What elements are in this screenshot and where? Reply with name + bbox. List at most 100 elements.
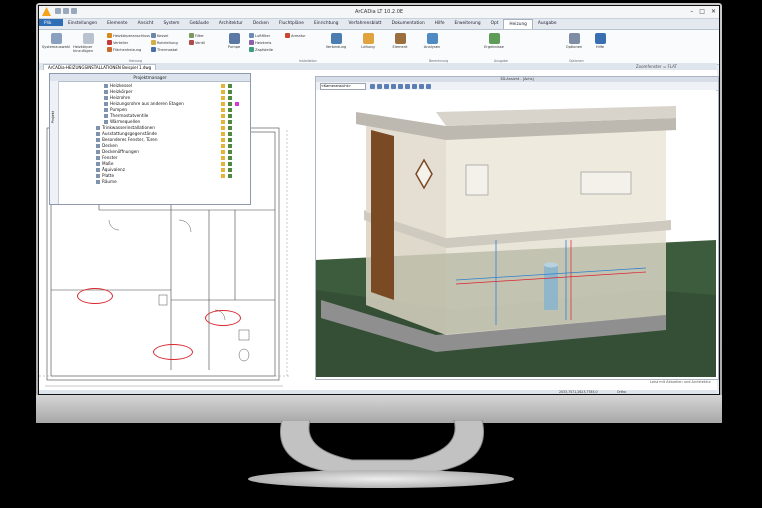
camera-view-dropdown[interactable]: <Kameransicht>: [320, 83, 366, 90]
light-icon[interactable]: [412, 84, 417, 89]
tab-file[interactable]: Plik: [39, 19, 63, 26]
window-title: ArCADia LT 10.2.0E: [354, 9, 404, 15]
tab-output[interactable]: Ausgabe: [533, 19, 562, 29]
highlight-circle: [205, 310, 241, 326]
room-icon: [96, 180, 100, 184]
radiator-icon: [104, 90, 108, 94]
ribbon-item-7[interactable]: Filter: [189, 33, 204, 38]
ribbon-item-11[interactable]: Zapfstelle: [249, 47, 273, 52]
ortho-toggle[interactable]: Ortho: [617, 390, 626, 394]
pipe-line-button[interactable]: Leitung: [353, 33, 383, 49]
rotate-icon[interactable]: [370, 84, 375, 89]
dimension-icon: [96, 162, 100, 166]
tab-elements[interactable]: Elemente: [102, 19, 132, 29]
tab-escape-plans[interactable]: Fluchtpläne: [274, 19, 309, 29]
tab-furnishing[interactable]: Einrichtung: [309, 19, 344, 29]
tab-view[interactable]: Ansicht: [133, 19, 159, 29]
air-filter-icon: [249, 33, 254, 38]
walk-icon[interactable]: [398, 84, 403, 89]
tab-extension[interactable]: Erweiterung: [449, 19, 485, 29]
ribbon-item-9[interactable]: Luftfilter: [249, 33, 270, 38]
add-radiator-button[interactable]: Heizkörper hinzufügen: [73, 33, 103, 53]
opening-icon: [96, 150, 100, 154]
filter-icon: [189, 33, 194, 38]
thermostat-icon: [151, 47, 156, 52]
settings-icon[interactable]: [426, 84, 431, 89]
project-side-tab[interactable]: Projekt: [50, 81, 59, 204]
tab-documentation[interactable]: Dokumentation: [387, 19, 430, 29]
pan-icon[interactable]: [377, 84, 382, 89]
connection-icon: [330, 33, 342, 44]
heating-circuit-icon: [249, 40, 254, 45]
document-tabbar: ArCADia-HEIZUNGSINSTALLATIONEN Beispiel …: [39, 63, 717, 71]
results-button[interactable]: Ergebnisse: [479, 33, 509, 49]
ribbon-item-3[interactable]: Flächenheizung: [107, 47, 141, 52]
render-icon[interactable]: [405, 84, 410, 89]
monitor-base: [248, 470, 514, 488]
ribbon-item-10[interactable]: Heizkreis: [249, 40, 271, 45]
pipe-icon: [104, 96, 108, 100]
highlight-circle: [153, 344, 193, 360]
heat-source-icon: [104, 120, 108, 124]
radiator-icon: [82, 33, 94, 44]
highlight-circle: [77, 288, 113, 304]
minimize-button[interactable]: –: [690, 8, 693, 15]
element-icon: [394, 33, 406, 44]
tab-system[interactable]: System: [158, 19, 184, 29]
analysis-icon: [426, 33, 438, 44]
app-window: ArCADia LT 10.2.0E – □ ✕ Plik Einstellun…: [39, 6, 719, 394]
element-button[interactable]: Element: [385, 33, 415, 49]
kettle-icon: [151, 33, 156, 38]
ribbon-item-5[interactable]: Rohrleitung: [151, 40, 178, 45]
zoom-icon[interactable]: [384, 84, 389, 89]
connection-button[interactable]: Verbindung: [321, 33, 351, 49]
tab-process-sheet[interactable]: Verfahrensblatt: [343, 19, 386, 29]
project-manager-title[interactable]: Projektmanager: [50, 74, 250, 82]
help-button[interactable]: Hilfe: [585, 33, 615, 49]
line-icon: [362, 33, 374, 44]
visibility-flags-column: [220, 83, 242, 183]
monitor-frame: ArCADia LT 10.2.0E – □ ✕ Plik Einstellun…: [36, 3, 722, 423]
tree-item-rooms[interactable]: Räume: [96, 179, 117, 185]
ribbon-item-12[interactable]: Armatur: [285, 33, 306, 38]
tab-settings[interactable]: Einstellungen: [63, 19, 102, 29]
slab-icon: [96, 174, 100, 178]
ribbon-panel: Systemauswahl Heizkörper hinzufügen Heiz…: [39, 30, 719, 65]
fit-icon[interactable]: [391, 84, 396, 89]
section-icon[interactable]: [419, 84, 424, 89]
tab-help[interactable]: Hilfe: [430, 19, 450, 29]
pump-icon: [228, 33, 240, 44]
ribbon-item-2[interactable]: Verteiler: [107, 40, 128, 45]
valve-icon: [189, 40, 194, 45]
tab-ceilings[interactable]: Decken: [248, 19, 274, 29]
house-3d-render: [316, 90, 716, 377]
tab-opt[interactable]: Opt: [486, 19, 504, 29]
equipment-icon: [96, 132, 100, 136]
pump-button[interactable]: Pumpe: [219, 33, 249, 49]
pipe-icon: [104, 102, 108, 106]
tab-heating[interactable]: Heizung: [503, 19, 533, 29]
3d-view-window[interactable]: 3D-Ansicht - [Achs] <Kameransicht>: [315, 76, 719, 380]
close-button[interactable]: ✕: [711, 8, 716, 15]
help-icon: [594, 33, 606, 44]
valve-icon: [104, 114, 108, 118]
window-icon: [96, 156, 100, 160]
results-icon: [488, 33, 500, 44]
analysis-button[interactable]: Analysen: [417, 33, 447, 49]
visibility-flags: [221, 84, 239, 178]
ribbon-item-6[interactable]: Thermostat: [151, 47, 178, 52]
ribbon-item-8[interactable]: Ventil: [189, 40, 205, 45]
ribbon-item-1[interactable]: Heizkörperanschluss: [107, 33, 150, 38]
tab-building[interactable]: Gebäude: [184, 19, 213, 29]
ceiling-icon: [96, 144, 100, 148]
footer-note: Leist mit Aktuellen und Architektur: [649, 380, 711, 384]
floor-plan[interactable]: Projektmanager Projekt Heizkessel Heizkö…: [39, 70, 315, 390]
distributor-icon: [107, 40, 112, 45]
window-icon: [96, 138, 100, 142]
ribbon-item-4[interactable]: Kessel: [151, 33, 168, 38]
tab-architecture[interactable]: Architektur: [214, 19, 248, 29]
drawing-area[interactable]: Projektmanager Projekt Heizkessel Heizkö…: [39, 70, 719, 390]
system-select-button[interactable]: Systemauswahl: [41, 33, 71, 49]
boiler-icon: [107, 33, 112, 38]
maximize-button[interactable]: □: [699, 8, 705, 15]
